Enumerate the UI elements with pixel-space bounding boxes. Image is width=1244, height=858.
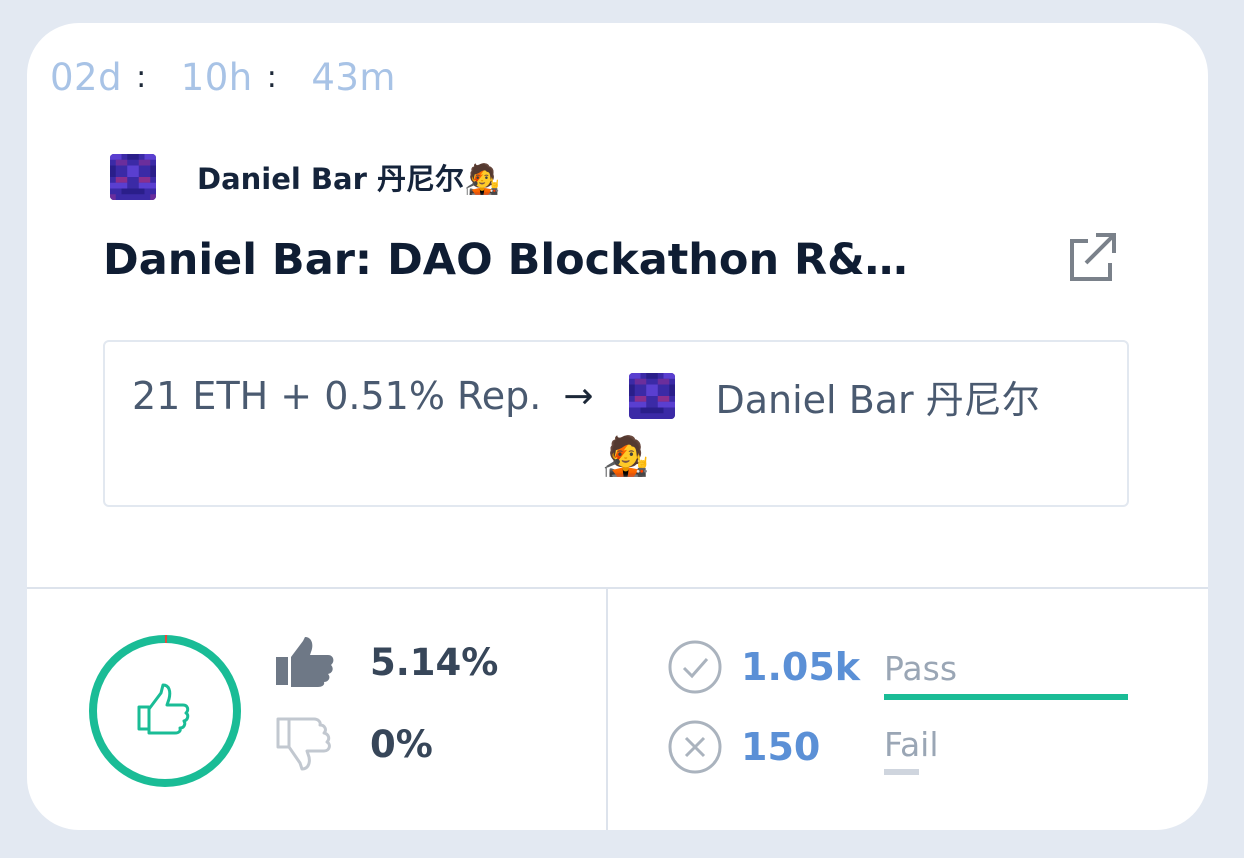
- author-name: Daniel Bar 丹尼尔: [197, 162, 465, 196]
- fail-bar: [884, 769, 919, 775]
- countdown-minutes: 43m: [311, 55, 396, 99]
- proposal-author[interactable]: Daniel Bar 丹尼尔🧑‍🎤: [110, 153, 500, 201]
- pass-stakes: 1.05k: [667, 639, 860, 695]
- votes-against: 0%: [276, 717, 433, 771]
- votes-against-percent: 0%: [370, 722, 433, 766]
- pass-bar: [884, 694, 1128, 700]
- payout-amount: 21 ETH + 0.51% Rep.: [132, 374, 542, 418]
- avatar[interactable]: [629, 373, 676, 419]
- check-circle-icon: [668, 640, 722, 694]
- x-circle-icon: [668, 720, 722, 774]
- thumbs-up-icon: [276, 637, 334, 687]
- pass-label: Pass: [884, 649, 958, 688]
- author-emoji: 🧑‍🎤: [464, 162, 501, 196]
- votes-for-percent: 5.14%: [370, 640, 499, 684]
- countdown-timer: 02d : 10h : 43m: [50, 53, 396, 101]
- fail-label: Fail: [884, 725, 939, 764]
- countdown-separator: :: [136, 59, 147, 95]
- countdown-hours: 10h: [180, 55, 253, 99]
- divider: [606, 589, 608, 830]
- external-link-icon[interactable]: [1064, 229, 1120, 285]
- proposal-card[interactable]: 02d : 10h : 43m: [27, 23, 1208, 830]
- arrow-right-icon: →: [563, 375, 594, 417]
- fail-count: 150: [741, 725, 821, 769]
- payout-summary: 21 ETH + 0.51% Rep. →: [103, 340, 1129, 507]
- fail-stakes: 150: [667, 719, 820, 775]
- recipient-emoji: 🧑‍🎤: [602, 434, 650, 478]
- proposal-title[interactable]: Daniel Bar: DAO Blockathon R&D wor…: [103, 230, 943, 290]
- thumbs-down-icon: [276, 717, 331, 771]
- pass-count: 1.05k: [741, 645, 861, 689]
- thumbs-up-icon: [137, 683, 190, 735]
- avatar[interactable]: [110, 154, 156, 200]
- payout-recipient[interactable]: Daniel Bar 丹尼尔: [715, 369, 1039, 424]
- divider: [27, 587, 1208, 589]
- vote-progress-ring: [89, 635, 241, 787]
- votes-for: 5.14%: [276, 637, 498, 687]
- countdown-separator: :: [266, 59, 278, 95]
- countdown-days: 02d: [50, 55, 123, 99]
